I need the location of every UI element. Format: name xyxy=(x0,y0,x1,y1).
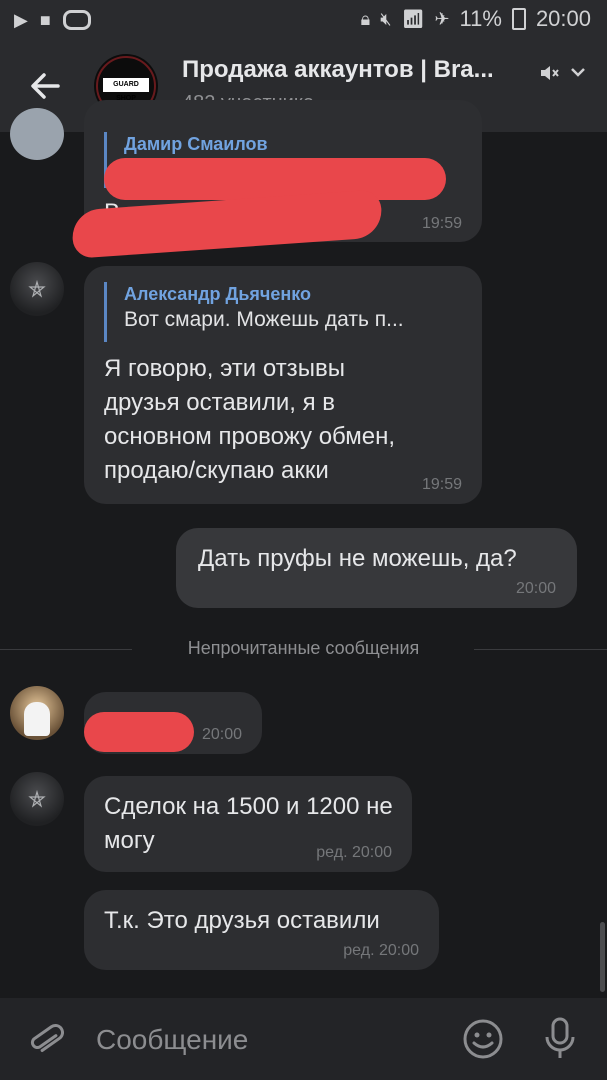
status-bar: ▶ ■ 🔒︎ 🔇︎ 📶︎ ✈ 11% 20:00 xyxy=(0,0,607,40)
reply-text: Вот смари. Можешь дать п... xyxy=(124,308,404,331)
avatar[interactable] xyxy=(10,108,64,160)
message-time: 19:59 xyxy=(421,215,462,232)
outgoing-message-bubble[interactable]: Дать пруфы не можешь, да? 20:00 xyxy=(176,528,577,608)
play-icon: ▶ xyxy=(14,10,28,30)
message-bubble[interactable]: Т.к. Это друзья оставили ред. 20:00 xyxy=(84,890,439,970)
message-time: 20:00 xyxy=(201,726,242,743)
guard-shop-logo: GUARD SHOP xyxy=(103,78,149,102)
message-text: Я говорю, эти отзывы друзья оставили, я … xyxy=(104,355,396,484)
chevron-down-icon[interactable] xyxy=(570,66,586,78)
battery-icon xyxy=(511,8,526,30)
emoji-icon[interactable] xyxy=(462,1018,504,1060)
back-arrow-icon xyxy=(31,73,60,99)
message-composer: Сообщение xyxy=(0,998,607,1080)
redaction-mark xyxy=(104,158,446,200)
message-time: 20:00 xyxy=(515,580,556,597)
message-text: Дать пруфы не можешь, да? xyxy=(198,545,517,572)
avatar[interactable] xyxy=(10,772,64,826)
pentagram-icon xyxy=(28,279,46,298)
avatar-figure xyxy=(24,702,50,736)
message-bubble[interactable]: Александр Дьяченко Вот смари. Можешь дат… xyxy=(84,266,482,504)
airplane-icon: ✈ xyxy=(434,9,450,29)
message-text: Т.к. Это друзья оставили xyxy=(104,907,380,934)
avatar[interactable] xyxy=(10,262,64,316)
mute-status-icon: 🔇︎ xyxy=(380,9,392,29)
chat-title[interactable]: Продажа аккаунтов | Bra... xyxy=(182,56,494,84)
attach-icon[interactable] xyxy=(28,1020,64,1060)
battery-percent: 11% xyxy=(459,6,502,31)
message-time: ред. 20:00 xyxy=(316,844,392,861)
pentagram-icon xyxy=(28,789,46,808)
redaction-mark xyxy=(84,712,194,752)
reply-author: Дамир Смаилов xyxy=(124,134,268,154)
divider-line-right xyxy=(474,649,607,650)
microphone-icon[interactable] xyxy=(540,1016,580,1062)
reply-quote[interactable]: Александр Дьяченко Вот смари. Можешь дат… xyxy=(104,282,482,342)
lock-icon: 🔒︎ xyxy=(360,9,371,29)
reply-author: Александр Дьяченко xyxy=(124,284,312,304)
muted-icon[interactable] xyxy=(538,62,560,84)
message-input[interactable]: Сообщение xyxy=(96,1024,248,1056)
chat-notification-icon: ■ xyxy=(39,10,51,30)
avatar[interactable] xyxy=(10,686,64,740)
message-bubble[interactable]: Сделок на 1500 и 1200 не могу ред. 20:00 xyxy=(84,776,412,872)
wifi-icon: 📶︎ xyxy=(401,9,425,29)
back-button[interactable] xyxy=(24,64,68,108)
status-time: 20:00 xyxy=(535,6,591,31)
message-time: 19:59 xyxy=(421,476,462,493)
app-notification-icon xyxy=(62,10,91,30)
scrollbar[interactable] xyxy=(600,922,605,992)
message-time: ред. 20:00 xyxy=(343,942,419,959)
